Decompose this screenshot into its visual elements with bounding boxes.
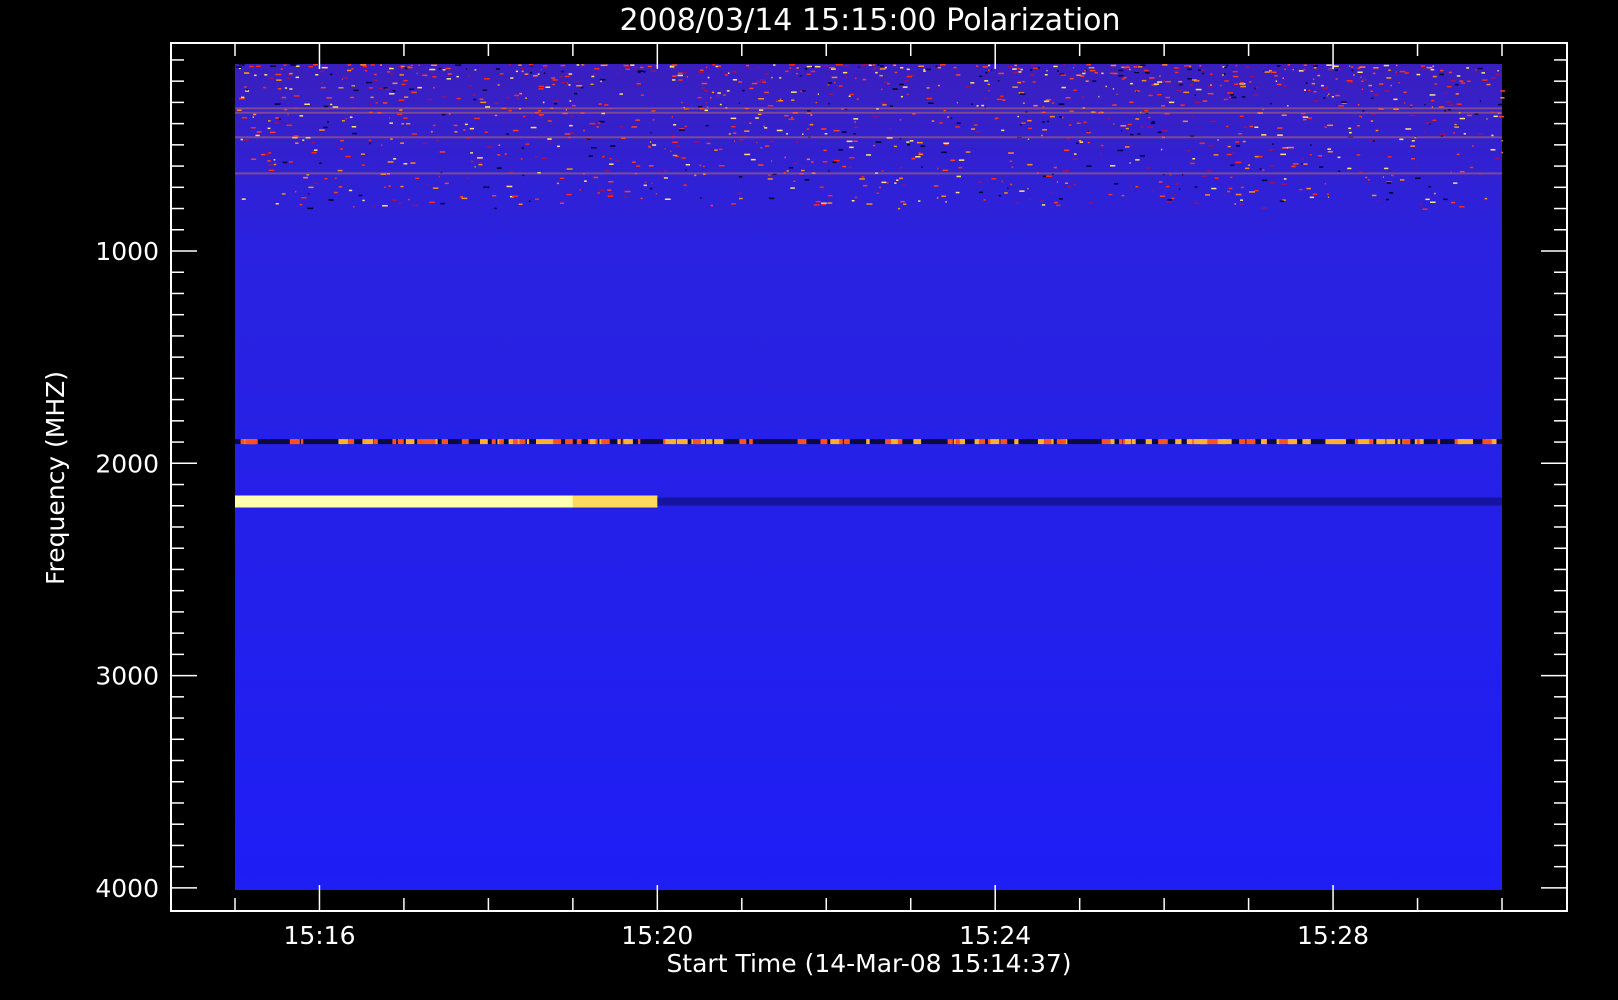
spectrogram-background xyxy=(235,64,1502,890)
y-tick-label: 3000 xyxy=(95,662,159,691)
y-tick-label: 2000 xyxy=(95,449,159,478)
plot-area xyxy=(235,64,1502,890)
polarization-spectrogram: 2008/03/14 15:15:00 Polarization 1000 200… xyxy=(0,0,1618,1000)
y-tick-label: 4000 xyxy=(95,874,159,903)
chart-title: 2008/03/14 15:15:00 Polarization xyxy=(619,3,1120,38)
x-tick-label: 15:16 xyxy=(283,921,355,950)
y-tick-label: 1000 xyxy=(95,237,159,266)
x-tick-label: 15:20 xyxy=(621,921,693,950)
x-axis-label: Start Time (14-Mar-08 15:14:37) xyxy=(666,949,1071,978)
x-tick-label: 15:24 xyxy=(959,921,1031,950)
x-tick-label: 15:28 xyxy=(1297,921,1369,950)
y-axis-label: Frequency (MHZ) xyxy=(41,371,70,585)
feature-interference-line xyxy=(235,439,1502,445)
